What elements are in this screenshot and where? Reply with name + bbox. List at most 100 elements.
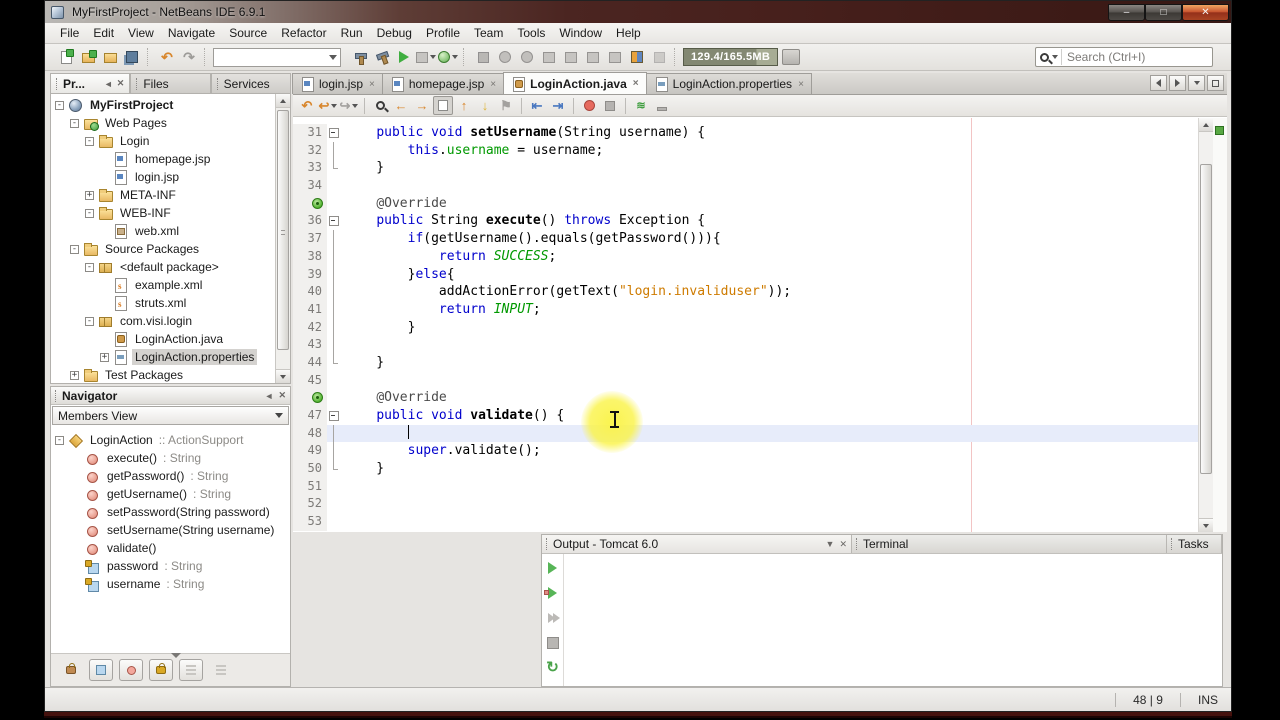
code-line-36[interactable]: 36 public String execute() throws Except…	[293, 212, 1198, 231]
tab-projects[interactable]: Pr... ◄ ✕	[50, 73, 131, 93]
tree-item-source-packages[interactable]: - Source Packages	[51, 240, 274, 258]
vcs-diff-button[interactable]	[626, 47, 648, 67]
next-occurrence-button[interactable]: ↓	[475, 96, 495, 115]
tab-login-jsp[interactable]: login.jsp ×	[292, 73, 383, 94]
code-line-52[interactable]: 52	[293, 495, 1198, 514]
scroll-tabs-right-button[interactable]	[1169, 75, 1186, 91]
start-macro-button[interactable]	[579, 96, 599, 115]
scroll-down-icon[interactable]	[1199, 518, 1213, 532]
close-tab-icon[interactable]: ×	[369, 79, 375, 90]
restart-server-button[interactable]	[543, 585, 561, 601]
refresh-button[interactable]: ↻	[545, 660, 561, 676]
scrollbar-thumb[interactable]	[277, 110, 289, 350]
tab-loginaction-properties[interactable]: LoginAction.properties ×	[645, 73, 812, 94]
close-tab-icon[interactable]: ×	[798, 79, 804, 90]
connect-button[interactable]	[648, 47, 670, 67]
code-line-33[interactable]: 33 }	[293, 159, 1198, 178]
tab-files[interactable]: Files	[130, 73, 211, 93]
build-button[interactable]	[349, 47, 371, 67]
tab-loginaction-java[interactable]: LoginAction.java ×	[503, 72, 647, 94]
code-line-47[interactable]: 47 public void validate() {	[293, 407, 1198, 425]
code-line-37[interactable]: 37 if(getUsername().equals(getPassword()…	[293, 230, 1198, 248]
code-editor[interactable]: 31 public void setUsername(String userna…	[293, 117, 1227, 532]
code-line-46[interactable]: @Override	[293, 389, 1198, 407]
stop-macro-button[interactable]	[600, 96, 620, 115]
member-getpassword[interactable]: getPassword() : String	[51, 467, 290, 485]
debug-server-button[interactable]	[545, 610, 561, 626]
previous-occurrence-button[interactable]: ↑	[454, 96, 474, 115]
filter-non-public-button[interactable]	[149, 659, 173, 681]
filter-sort-alpha-button[interactable]	[179, 659, 203, 681]
filter-fields-button[interactable]	[89, 659, 113, 681]
vcs-commit-button[interactable]	[582, 47, 604, 67]
collapse-icon[interactable]: -	[85, 136, 94, 146]
new-project-button[interactable]	[77, 47, 99, 67]
new-file-button[interactable]	[55, 47, 77, 67]
comment-button[interactable]: ≋	[631, 96, 651, 115]
find-button[interactable]	[370, 96, 390, 115]
menu-refactor[interactable]: Refactor	[274, 24, 333, 42]
collapse-icon[interactable]: -	[85, 316, 94, 326]
output-content[interactable]: ↻	[542, 554, 1222, 686]
code-line-32[interactable]: 32 this.username = username;	[293, 141, 1198, 160]
expand-icon[interactable]: +	[70, 370, 79, 380]
vcs-update-button[interactable]	[538, 47, 560, 67]
memory-indicator[interactable]: 129.4/165.5MB	[683, 48, 779, 66]
code-line-51[interactable]: 51	[293, 477, 1198, 496]
tab-output[interactable]: Output - Tomcat 6.0 ▼ ✕	[542, 535, 852, 553]
tab-tasks[interactable]: Tasks	[1167, 535, 1222, 553]
menu-debug[interactable]: Debug	[370, 24, 419, 42]
editor-scrollbar[interactable]	[1198, 118, 1213, 532]
minimize-panel-icon[interactable]: ▼	[826, 539, 835, 549]
projects-scrollbar[interactable]	[275, 94, 290, 383]
collapse-icon[interactable]: -	[70, 118, 79, 128]
menu-team[interactable]: Team	[467, 24, 510, 42]
menu-navigate[interactable]: Navigate	[161, 24, 222, 42]
close-tab-icon[interactable]: ×	[490, 79, 496, 90]
code-line-41[interactable]: 41 return INPUT;	[293, 300, 1198, 319]
minimize-button[interactable]: –	[1108, 3, 1145, 21]
titlebar[interactable]: MyFirstProject - NetBeans IDE 6.9.1 – □ …	[45, 1, 1231, 23]
vcs-push-button[interactable]	[604, 47, 626, 67]
menu-run[interactable]: Run	[334, 24, 370, 42]
tree-item-meta-inf[interactable]: + META-INF	[51, 186, 274, 204]
code-line-44[interactable]: 44 }	[293, 353, 1198, 372]
filter-static-button[interactable]	[119, 659, 143, 681]
find-next-button[interactable]: →	[412, 96, 432, 115]
navigator-view-select[interactable]: Members View	[52, 406, 289, 425]
member-setpassword-string-password[interactable]: setPassword(String password)	[51, 503, 290, 521]
menu-edit[interactable]: Edit	[86, 24, 121, 42]
tree-item-login-jsp[interactable]: login.jsp	[51, 168, 274, 186]
menu-tools[interactable]: Tools	[510, 24, 552, 42]
debug-project-button[interactable]	[415, 47, 437, 67]
run-project-button[interactable]	[393, 47, 415, 67]
tab-terminal[interactable]: Terminal	[852, 535, 1167, 553]
expand-icon[interactable]: +	[100, 352, 109, 362]
code-line-40[interactable]: 40 addActionError(getText("login.invalid…	[293, 283, 1198, 301]
toggle-highlight-button[interactable]	[433, 96, 453, 115]
tree-item-login[interactable]: - Login	[51, 132, 274, 150]
close-icon[interactable]: ✕	[117, 78, 125, 89]
shift-left-button[interactable]: ⇤	[527, 96, 547, 115]
navigator-root-class[interactable]: - LoginAction :: ActionSupport	[51, 431, 290, 449]
debugger-continue-button[interactable]	[516, 47, 538, 67]
open-project-button[interactable]	[99, 47, 121, 67]
menu-window[interactable]: Window	[552, 24, 609, 42]
code-line-45[interactable]: 45	[293, 371, 1198, 390]
clean-build-button[interactable]	[371, 47, 393, 67]
maximize-editor-button[interactable]	[1207, 75, 1224, 91]
tab-list-button[interactable]	[1188, 75, 1205, 91]
scroll-down-icon[interactable]	[276, 369, 290, 383]
tree-item-com-visi-login[interactable]: - com.visi.login	[51, 312, 274, 330]
tree-item-struts-xml[interactable]: struts.xml	[51, 294, 274, 312]
member-validate[interactable]: validate()	[51, 539, 290, 557]
fold-mark[interactable]	[327, 124, 341, 142]
code-line-35[interactable]: @Override	[293, 194, 1198, 213]
tree-item-web-pages[interactable]: - Web Pages	[51, 114, 274, 132]
uncomment-button[interactable]	[652, 96, 672, 115]
garbage-collect-button[interactable]	[782, 49, 801, 65]
collapse-icon[interactable]: -	[85, 262, 94, 272]
filter-inherited-button[interactable]	[59, 659, 83, 681]
code-line-38[interactable]: 38 return SUCCESS;	[293, 247, 1198, 266]
menu-source[interactable]: Source	[222, 24, 274, 42]
